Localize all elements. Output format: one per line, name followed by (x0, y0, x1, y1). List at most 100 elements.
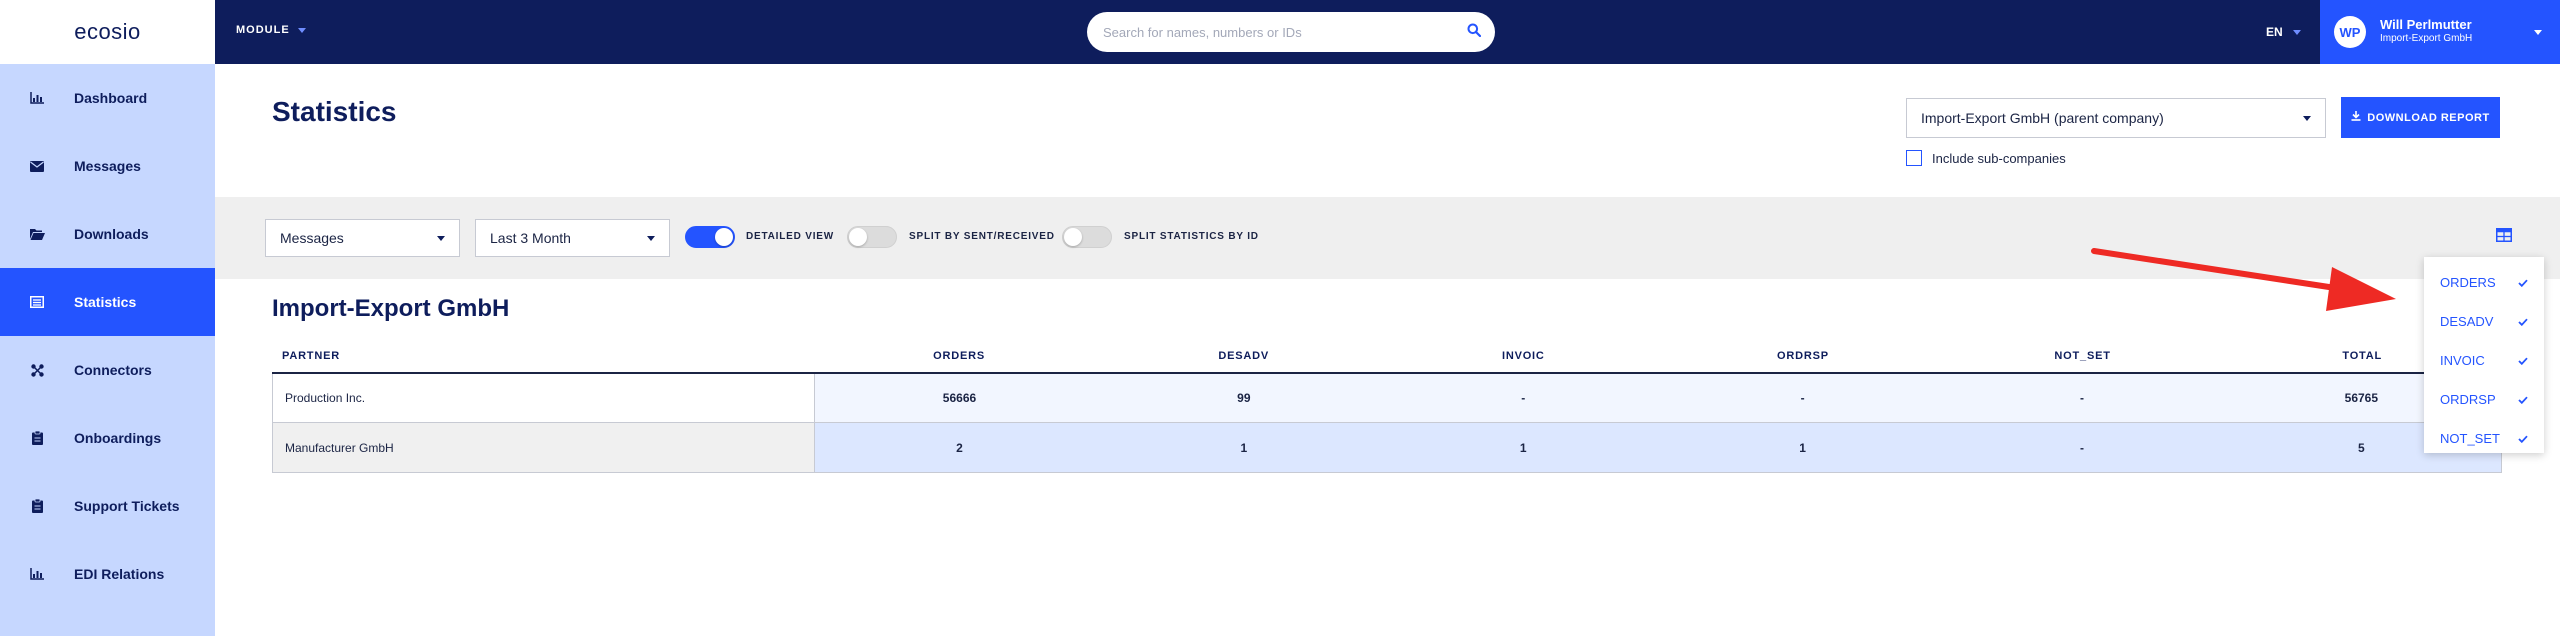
brand-name: ecosio (74, 19, 141, 44)
user-menu[interactable]: WP Will Perlmutter Import-Export GmbH (2320, 0, 2560, 64)
chevron-down-icon (647, 235, 655, 241)
check-icon (2518, 392, 2528, 407)
check-icon (2518, 431, 2528, 446)
sidebar-item-label: Messages (74, 158, 141, 174)
column-toggle-orders[interactable]: ORDERS (2424, 263, 2544, 302)
folder-open-icon (28, 225, 46, 243)
module-menu[interactable]: MODULE (236, 24, 306, 36)
sidebar-item-label: Statistics (74, 294, 137, 310)
bar-chart-icon (28, 565, 46, 583)
table-cell: 1 (1799, 440, 1806, 455)
column-toggle-desadv[interactable]: DESADV (2424, 302, 2544, 341)
module-label: MODULE (236, 24, 290, 36)
check-icon (2518, 314, 2528, 329)
table-columns-icon[interactable] (2496, 228, 2512, 247)
detailed-view-label: DETAILED VIEW (746, 231, 834, 242)
table-cell: - (1800, 391, 1805, 405)
chevron-down-icon (2303, 115, 2311, 121)
split-by-id-label: SPLIT STATISTICS BY ID (1124, 231, 1259, 242)
annotation-arrow-icon (2091, 248, 2396, 311)
column-header[interactable]: INVOIC (1384, 350, 1664, 362)
column-toggle-label: INVOIC (2440, 353, 2485, 368)
type-select-value: Messages (280, 230, 344, 246)
top-bar: ecosio MODULE EN WP Will Perlmutter Impo… (0, 0, 2560, 64)
bar-chart-icon (28, 89, 46, 107)
split-by-id-toggle[interactable] (1062, 226, 1112, 248)
download-report-button[interactable]: DOWNLOAD REPORT (2341, 97, 2500, 138)
period-select[interactable]: Last 3 Month (475, 219, 670, 257)
column-header[interactable]: ORDERS (814, 350, 1104, 362)
sidebar-item-downloads[interactable]: Downloads (0, 200, 215, 268)
check-icon (2518, 353, 2528, 368)
include-subcompanies-label: Include sub-companies (1932, 150, 2066, 166)
table-row[interactable]: Production Inc. 56666 99 - - - 56765 (273, 374, 2501, 423)
chevron-down-icon (2292, 29, 2301, 35)
sidebar-item-connectors[interactable]: Connectors (0, 336, 215, 404)
partner-cell: Production Inc. (273, 374, 815, 422)
table-row[interactable]: Manufacturer GmbH 2 1 1 1 - 5 (273, 423, 2501, 472)
company-select-value: Import-Export GmbH (parent company) (1921, 110, 2164, 126)
download-report-label: DOWNLOAD REPORT (2367, 111, 2490, 124)
table-cell: - (2079, 391, 2084, 405)
include-subcompanies-checkbox[interactable] (1906, 150, 1922, 166)
table-cell: 2 (956, 440, 963, 455)
check-icon (2518, 275, 2528, 290)
statistics-table: PARTNER ORDERS DESADV INVOIC ORDRSP NOT_… (272, 340, 2502, 473)
page-title: Statistics (272, 96, 397, 127)
column-toggle-not-set[interactable]: NOT_SET (2424, 419, 2544, 458)
language-selector[interactable]: EN (2266, 25, 2301, 39)
brand-logo[interactable]: ecosio (0, 0, 215, 64)
sidebar-item-onboardings[interactable]: Onboardings (0, 404, 215, 472)
sidebar-item-statistics[interactable]: Statistics (0, 268, 215, 336)
section-title: Import-Export GmbH (272, 295, 510, 322)
type-select[interactable]: Messages (265, 219, 460, 257)
include-subcompanies[interactable]: Include sub-companies (1906, 150, 2066, 166)
search-input[interactable] (1103, 24, 1467, 40)
period-select-value: Last 3 Month (490, 230, 571, 246)
sidebar-item-label: Support Tickets (74, 498, 180, 514)
sidebar-item-label: Dashboard (74, 90, 148, 106)
search-icon[interactable] (1467, 23, 1482, 42)
sidebar-item-label: Connectors (74, 362, 152, 378)
envelope-icon (28, 157, 46, 175)
chevron-down-icon (437, 235, 445, 241)
chevron-down-icon (297, 27, 306, 33)
column-toggle-invoic[interactable]: INVOIC (2424, 341, 2544, 380)
table-cell: - (1521, 391, 1526, 405)
table-cell: 1 (1240, 440, 1248, 455)
detailed-view-toggle[interactable] (685, 226, 735, 248)
sidebar-item-dashboard[interactable]: Dashboard (0, 64, 215, 132)
table-cell: 56666 (942, 391, 977, 405)
language-label: EN (2266, 25, 2283, 39)
column-toggle-label: DESADV (2440, 314, 2494, 329)
table-header: PARTNER ORDERS DESADV INVOIC ORDRSP NOT_… (272, 340, 2502, 374)
user-name: Will Perlmutter (2380, 17, 2472, 32)
connectors-icon (28, 361, 46, 379)
column-toggle-label: ORDERS (2440, 275, 2496, 290)
sidebar-item-messages[interactable]: Messages (0, 132, 215, 200)
column-header[interactable]: DESADV (1104, 350, 1384, 362)
sidebar-item-label: Onboardings (74, 430, 162, 446)
column-toggle-label: ORDRSP (2440, 392, 2496, 407)
sidebar-item-edi-relations[interactable]: EDI Relations (0, 540, 215, 608)
sidebar: Dashboard Messages Downloads Statistics … (0, 64, 215, 636)
column-header[interactable]: ORDRSP (1663, 350, 1943, 362)
sidebar-item-label: Downloads (74, 226, 149, 242)
column-toggle-ordrsp[interactable]: ORDRSP (2424, 380, 2544, 419)
list-alt-icon (28, 293, 46, 311)
company-select[interactable]: Import-Export GmbH (parent company) (1906, 98, 2326, 138)
column-header[interactable]: PARTNER (272, 350, 814, 362)
column-toggle-label: NOT_SET (2440, 431, 2500, 446)
table-cell: 99 (1237, 391, 1251, 405)
search-bar[interactable] (1087, 12, 1495, 52)
split-sent-received-toggle[interactable] (847, 226, 897, 248)
sidebar-item-support-tickets[interactable]: Support Tickets (0, 472, 215, 540)
column-header[interactable]: NOT_SET (1943, 350, 2223, 362)
table-cell: 1 (1519, 440, 1527, 455)
clipboard-icon (28, 429, 46, 447)
table-cell: - (2079, 440, 2084, 455)
column-visibility-menu: ORDERS DESADV INVOIC ORDRSP NOT_SET (2424, 257, 2544, 453)
user-company: Import-Export GmbH (2380, 33, 2473, 44)
clipboard-icon (28, 497, 46, 515)
split-sent-received-label: SPLIT BY SENT/RECEIVED (909, 231, 1055, 242)
